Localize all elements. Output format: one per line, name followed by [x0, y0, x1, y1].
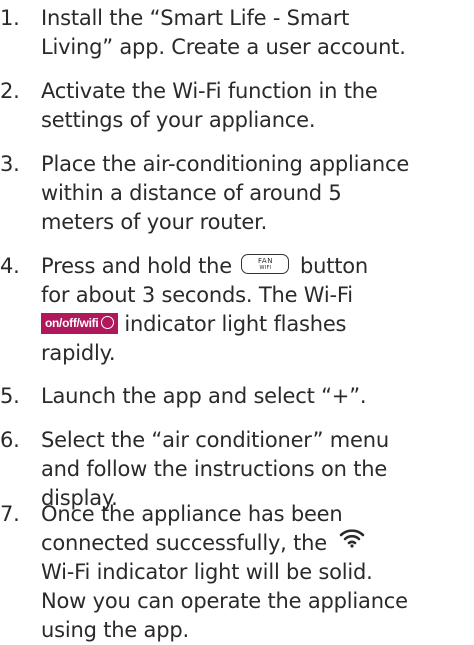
- step-line: for about 3 seconds. The Wi-Fi: [41, 283, 353, 307]
- step-text-fragment: Press and hold the: [41, 254, 232, 278]
- step-line: settings of your appliance.: [41, 108, 316, 132]
- step-text: Once the appliance has been connected su…: [41, 500, 408, 645]
- wifi-icon: [339, 527, 365, 556]
- step-text: Press and hold the FAN WIFI button for a…: [41, 252, 368, 368]
- step-text: Install the “Smart Life - Smart Living” …: [41, 4, 406, 62]
- button-label-top: FAN: [258, 257, 273, 265]
- step-number: 1.: [0, 6, 20, 30]
- instruction-steps: 1. Install the “Smart Life - Smart Livin…: [0, 0, 474, 642]
- step-text-fragment: indicator light flashes: [124, 312, 347, 336]
- step-text-fragment: button: [299, 254, 369, 278]
- on-off-wifi-badge: on/off/wifi: [41, 312, 119, 334]
- step-line: Launch the app and select “+”.: [41, 384, 367, 408]
- step-text: Activate the Wi-Fi function in the setti…: [41, 77, 378, 135]
- step-line: Living” app. Create a user account.: [41, 35, 406, 59]
- step-number: 5.: [0, 384, 20, 408]
- step-line: Now you can operate the appliance: [41, 589, 408, 613]
- step-line: connected successfully, the: [41, 527, 408, 558]
- fan-wifi-button-icon: FAN WIFI: [241, 254, 290, 274]
- step-line: rapidly.: [41, 341, 116, 365]
- step-line: on/off/wifi indicator light flashes: [41, 310, 368, 339]
- circle-icon: [101, 315, 115, 329]
- step-number: 3.: [0, 152, 20, 176]
- step-number: 6.: [0, 428, 20, 452]
- step-line: Once the appliance has been: [41, 502, 343, 526]
- step-text: Launch the app and select “+”.: [41, 382, 367, 411]
- step-number: 2.: [0, 79, 20, 103]
- step-line: using the app.: [41, 618, 189, 642]
- step-line: and follow the instructions on the: [41, 457, 388, 481]
- step-line: meters of your router.: [41, 210, 268, 234]
- step-line: Wi-Fi indicator light will be solid.: [41, 560, 373, 584]
- step-line: Select the “air conditioner” menu: [41, 428, 389, 452]
- step-line: within a distance of around 5: [41, 181, 342, 205]
- step-number: 4.: [0, 254, 20, 278]
- step-line: Place the air-conditioning appliance: [41, 152, 410, 176]
- step-number: 7.: [0, 502, 20, 526]
- step-text-fragment: connected successfully, the: [41, 531, 327, 555]
- badge-label: on/off/wifi: [45, 315, 99, 330]
- step-line: Install the “Smart Life - Smart: [41, 6, 350, 30]
- step-line: Press and hold the FAN WIFI button: [41, 252, 368, 281]
- step-text: Place the air-conditioning appliance wit…: [41, 150, 409, 237]
- step-line: Activate the Wi-Fi function in the: [41, 79, 378, 103]
- button-label-bottom: WIFI: [259, 265, 272, 271]
